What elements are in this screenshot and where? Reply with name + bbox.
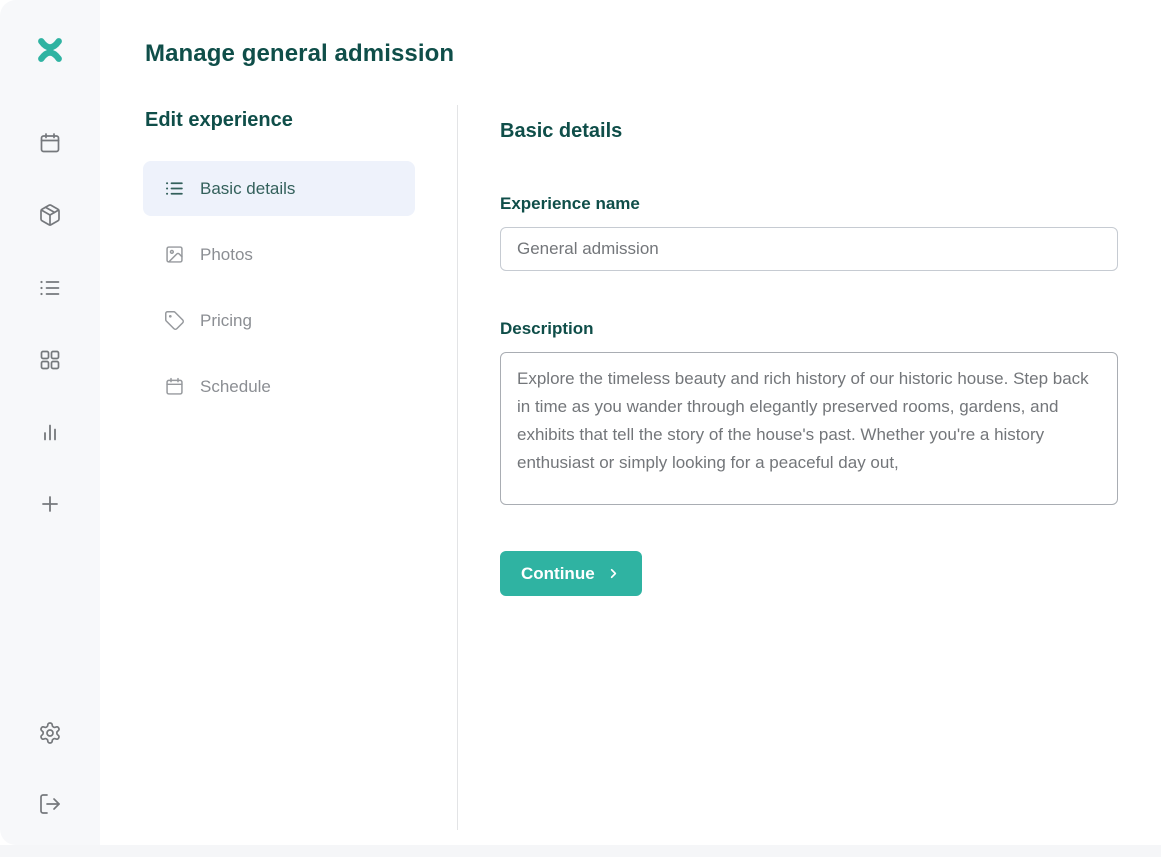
continue-button[interactable]: Continue xyxy=(500,551,642,596)
settings-gear-icon[interactable] xyxy=(36,719,64,747)
list-icon xyxy=(164,178,185,199)
window-bottom-strip xyxy=(0,845,1161,857)
package-icon[interactable] xyxy=(36,201,64,229)
logout-icon[interactable] xyxy=(36,790,64,818)
edit-experience-heading: Edit experience xyxy=(145,109,293,132)
panel-divider xyxy=(457,105,458,830)
edit-experience-nav: Basic details Photos Pricing Schedule xyxy=(143,161,415,425)
list-icon[interactable] xyxy=(36,274,64,302)
nav-item-pricing[interactable]: Pricing xyxy=(143,293,415,348)
app-sidebar xyxy=(0,0,100,845)
nav-item-label: Photos xyxy=(200,245,253,265)
page-title: Manage general admission xyxy=(145,40,454,68)
grid-icon[interactable] xyxy=(36,346,64,374)
description-label: Description xyxy=(500,319,594,339)
image-icon xyxy=(164,244,185,265)
nav-item-label: Basic details xyxy=(200,179,295,199)
tag-icon xyxy=(164,310,185,331)
bar-chart-icon[interactable] xyxy=(36,418,64,446)
nav-item-basic-details[interactable]: Basic details xyxy=(143,161,415,216)
experience-name-label: Experience name xyxy=(500,194,640,214)
brand-x-logo-icon[interactable] xyxy=(36,36,64,64)
form-section-title: Basic details xyxy=(500,120,622,143)
nav-item-schedule[interactable]: Schedule xyxy=(143,359,415,414)
nav-item-photos[interactable]: Photos xyxy=(143,227,415,282)
nav-item-label: Pricing xyxy=(200,311,252,331)
chevron-right-icon xyxy=(606,566,621,581)
calendar-icon xyxy=(164,376,185,397)
calendar-icon[interactable] xyxy=(36,129,64,157)
plus-icon[interactable] xyxy=(36,490,64,518)
experience-name-input[interactable] xyxy=(500,227,1118,271)
description-textarea[interactable]: Explore the timeless beauty and rich his… xyxy=(500,352,1118,505)
nav-item-label: Schedule xyxy=(200,377,271,397)
continue-button-label: Continue xyxy=(521,564,595,584)
